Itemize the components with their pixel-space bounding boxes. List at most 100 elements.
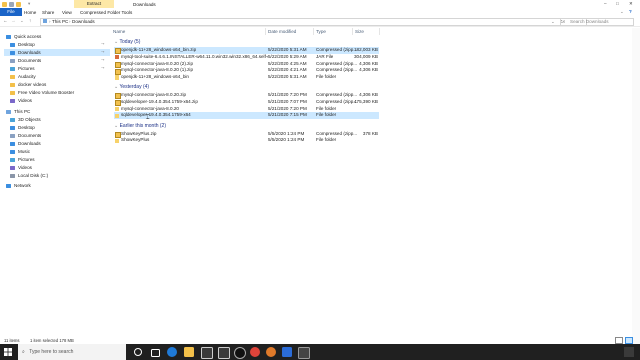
column-header-type[interactable]: Type [316,28,326,35]
mouse-cursor-icon: ⌶ [146,115,150,121]
back-arrow-icon[interactable]: ← [3,18,8,23]
column-header-name[interactable]: Name [113,28,125,35]
edge-browser-icon[interactable] [167,347,177,357]
nav-item-local-disk[interactable]: Local Disk (C:) [10,172,48,179]
file-row[interactable]: ShowKeyPlus.zip 5/5/2020 1:24 PM Compres… [114,131,379,138]
vertical-scrollbar[interactable] [632,28,640,344]
tab-compressed-folder-tools[interactable]: Compressed Folder Tools [80,10,132,15]
column-separator[interactable] [379,28,380,35]
group-header-earlier-this-month[interactable]: ⌄ Earlier this month (2) [114,123,166,129]
nav-item-audacity[interactable]: Audacity [10,73,36,80]
app-icon[interactable] [298,347,310,359]
chevron-down-icon: ⌄ [114,122,119,129]
nav-item-free-video-volume-booster[interactable]: Free Video Volume Booster [10,89,74,96]
file-row[interactable]: sqldeveloper-19.4.0.354.1759-x64 5/21/20… [114,112,379,120]
app-icon[interactable] [282,347,292,357]
pin-icon: ⊸ [101,41,105,46]
search-input[interactable]: ⌕ Search Downloads [560,17,634,26]
chevron-down-icon: ⌄ [114,84,119,90]
tab-view[interactable]: View [62,10,72,15]
address-bar[interactable]: › This PC › Downloads ⌄ ↻ [40,17,587,26]
column-header-size[interactable]: Size [355,28,364,35]
column-separator[interactable] [265,28,266,35]
chevron-down-icon[interactable]: ▾ [28,1,30,7]
file-explorer-icon[interactable] [184,347,194,357]
file-row[interactable]: mysql-connector-java-8.0.20 5/21/2020 7:… [114,106,379,113]
cortana-icon[interactable] [134,348,142,356]
pc-icon [43,19,47,23]
taskbar-search-input[interactable]: ⌕ Type here to search [18,344,126,360]
pictures-icon [10,66,15,71]
chrome-icon[interactable] [250,347,260,357]
star-icon [6,34,11,39]
group-header-yesterday[interactable]: ⌄ Yesterday (4) [114,84,149,90]
file-row[interactable]: ShowKeyPlus 5/5/2020 1:24 PM File folder [114,137,379,144]
tab-share[interactable]: Share [42,10,54,15]
drive-icon [10,173,15,178]
nav-item-pc-pictures[interactable]: Pictures [10,156,35,163]
forward-arrow-icon[interactable]: → [11,18,16,23]
address-row: ← → ⌄ ↑ › This PC › Downloads ⌄ ↻ ⌕ Sear… [0,16,640,27]
windows-start-icon[interactable] [4,348,12,356]
store-icon[interactable] [201,347,213,359]
address-dropdown-icon[interactable]: ⌄ [551,19,555,25]
large-icons-view-icon[interactable] [625,337,633,344]
nav-item-pc-documents[interactable]: Documents [10,132,41,139]
file-row[interactable]: sqldeveloper-19.4.0.354.1759-x64.zip 5/2… [114,99,379,107]
folder-icon [115,75,119,80]
nav-item-videos[interactable]: Videos [10,97,32,104]
media-player-icon[interactable] [234,347,246,359]
nav-item-pictures[interactable]: Pictures [10,65,35,72]
file-row[interactable]: mysql-connector-java-8.0.20 (1).zip 5/22… [114,67,379,75]
mail-icon[interactable] [218,347,230,359]
nav-quick-access[interactable]: Quick access [6,33,41,40]
file-tab[interactable]: File [0,8,22,16]
file-row[interactable]: mysql-connector-java-8.0.20 (2).zip 5/22… [114,61,379,69]
file-row[interactable]: mysql-tool-suite-6.4.6.1.INSTALLER-w64.1… [114,54,379,61]
breadcrumb-this-pc[interactable]: This PC [52,19,68,24]
help-icon[interactable]: ? [629,9,632,14]
expand-ribbon-icon[interactable]: ⌄ [620,9,624,15]
nav-item-docker-videos[interactable]: docker videos [10,81,46,88]
column-separator[interactable] [313,28,314,35]
nav-item-documents[interactable]: Documents [10,57,41,64]
document-icon [10,133,15,138]
column-header-date[interactable]: Date modified [268,28,296,35]
nav-item-pc-downloads[interactable]: Downloads [10,140,41,147]
file-row[interactable]: openjdk-11+28_windows-x64_bin 5/22/2020 … [114,74,379,81]
desktop-icon [10,42,15,47]
file-row[interactable]: mysql-connector-java-8.0.20.zip 5/21/202… [114,92,379,100]
search-icon: ⌕ [563,18,566,24]
firefox-icon[interactable] [266,347,276,357]
nav-item-music[interactable]: Music [10,148,30,155]
chevron-down-icon: ⌄ [114,39,119,45]
nav-item-pc-videos[interactable]: Videos [10,164,32,171]
new-folder-icon[interactable] [16,1,21,7]
network-icon [6,183,11,188]
group-header-today[interactable]: ⌄ Today (5) [114,39,140,45]
download-icon [10,50,15,55]
recent-locations-icon[interactable]: ⌄ [20,18,24,24]
properties-icon[interactable] [9,1,14,7]
column-separator[interactable] [352,28,353,35]
nav-this-pc[interactable]: This PC [6,108,30,115]
taskbar: ⌕ Type here to search [0,344,640,360]
tab-home[interactable]: Home [24,10,36,15]
close-button[interactable]: ✕ [629,1,633,7]
maximize-button[interactable]: □ [616,1,619,6]
nav-item-pc-desktop[interactable]: Desktop [10,124,35,131]
minimize-button[interactable]: – [604,1,607,6]
context-tab-header[interactable]: Extract [74,0,114,8]
file-row[interactable]: openjdk-11+28_windows-x64_bin.zip 5/22/2… [114,47,379,55]
breadcrumb-downloads[interactable]: Downloads [72,19,95,24]
up-arrow-icon[interactable]: ↑ [29,18,31,23]
nav-network[interactable]: Network [6,182,31,189]
notifications-icon[interactable] [624,347,634,357]
nav-item-3d-objects[interactable]: 3D Objects [10,116,41,123]
pin-icon: ⊸ [101,49,105,54]
task-view-icon[interactable] [151,348,160,357]
nav-item-desktop[interactable]: Desktop [10,41,35,48]
status-bar: 11 items 1 item selected 178 MB [0,336,640,344]
details-view-icon[interactable] [615,337,623,344]
nav-item-downloads[interactable]: Downloads [4,49,110,56]
